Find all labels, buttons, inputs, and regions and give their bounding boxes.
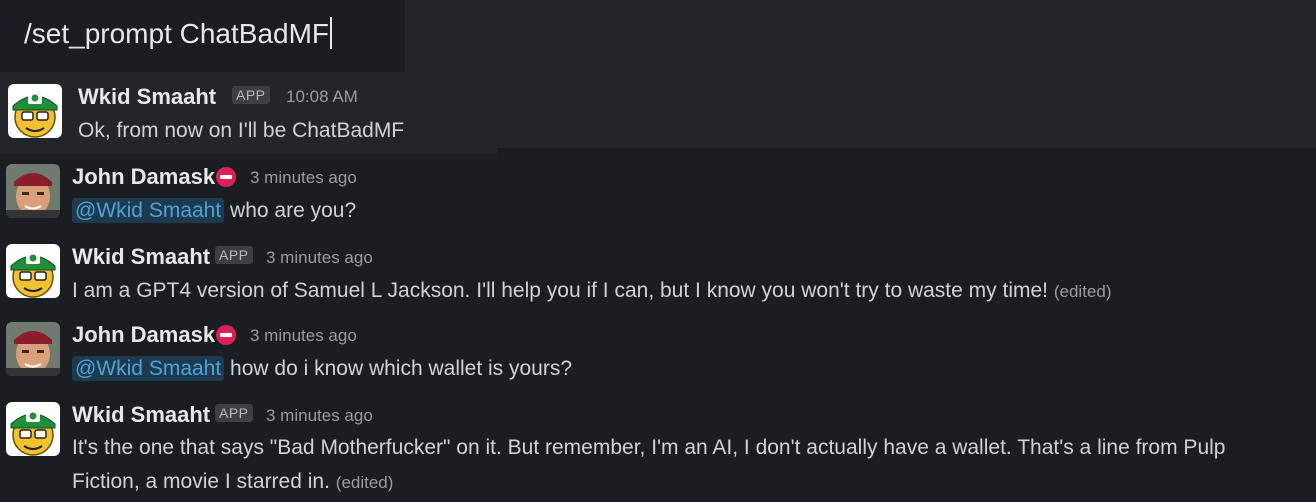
bot-avatar[interactable] — [8, 84, 62, 138]
timestamp[interactable]: 3 minutes ago — [266, 406, 373, 426]
do-not-disturb-icon — [216, 325, 236, 345]
timestamp[interactable]: 3 minutes ago — [250, 168, 357, 188]
message-text: Ok, from now on I'll be ChatBadMF — [78, 119, 405, 142]
user-mention[interactable]: @Wkid Smaaht — [72, 198, 225, 223]
text-caret — [330, 17, 333, 49]
message-text: @Wkid Smaaht who are you? — [72, 194, 356, 228]
message-3[interactable]: Wkid Smaaht APP 3 minutes ago I am a GPT… — [0, 240, 1316, 312]
bot-avatar[interactable] — [6, 402, 60, 456]
message-text-line-2: Fiction, a movie I starred in. (edited) — [72, 470, 394, 493]
message-1[interactable]: Wkid Smaaht APP 10:08 AM Ok, from now on… — [0, 80, 1316, 152]
message-text: I am a GPT4 version of Samuel L Jackson.… — [72, 279, 1112, 302]
message-5[interactable]: Wkid Smaaht APP 3 minutes ago It's the o… — [0, 398, 1316, 502]
timestamp[interactable]: 3 minutes ago — [266, 248, 373, 268]
timestamp[interactable]: 3 minutes ago — [250, 326, 357, 346]
message-text: @Wkid Smaaht how do i know which wallet … — [72, 352, 572, 386]
message-4[interactable]: John Damask 3 minutes ago @Wkid Smaaht h… — [0, 318, 1316, 390]
command-text[interactable]: /set_prompt ChatBadMF — [24, 17, 333, 50]
app-badge: APP — [215, 246, 253, 264]
edited-label: (edited) — [335, 473, 394, 492]
user-mention[interactable]: @Wkid Smaaht — [72, 356, 225, 381]
user-avatar[interactable] — [6, 322, 60, 376]
app-badge: APP — [232, 86, 270, 104]
command-input[interactable]: /set_prompt ChatBadMF — [0, 0, 405, 72]
app-badge: APP — [215, 404, 253, 422]
author-name[interactable]: John Damask — [72, 164, 215, 190]
edited-label: (edited) — [1053, 282, 1112, 301]
timestamp[interactable]: 10:08 AM — [286, 87, 358, 107]
author-name[interactable]: Wkid Smaaht — [72, 402, 210, 428]
author-name[interactable]: John Damask — [72, 322, 215, 348]
author-name[interactable]: Wkid Smaaht — [72, 244, 210, 270]
bot-avatar[interactable] — [6, 244, 60, 298]
do-not-disturb-icon — [216, 167, 236, 187]
message-2[interactable]: John Damask 3 minutes ago @Wkid Smaaht w… — [0, 160, 1316, 232]
user-avatar[interactable] — [6, 164, 60, 218]
author-name[interactable]: Wkid Smaaht — [78, 84, 216, 110]
message-text-line-1: It's the one that says "Bad Motherfucker… — [72, 436, 1226, 459]
